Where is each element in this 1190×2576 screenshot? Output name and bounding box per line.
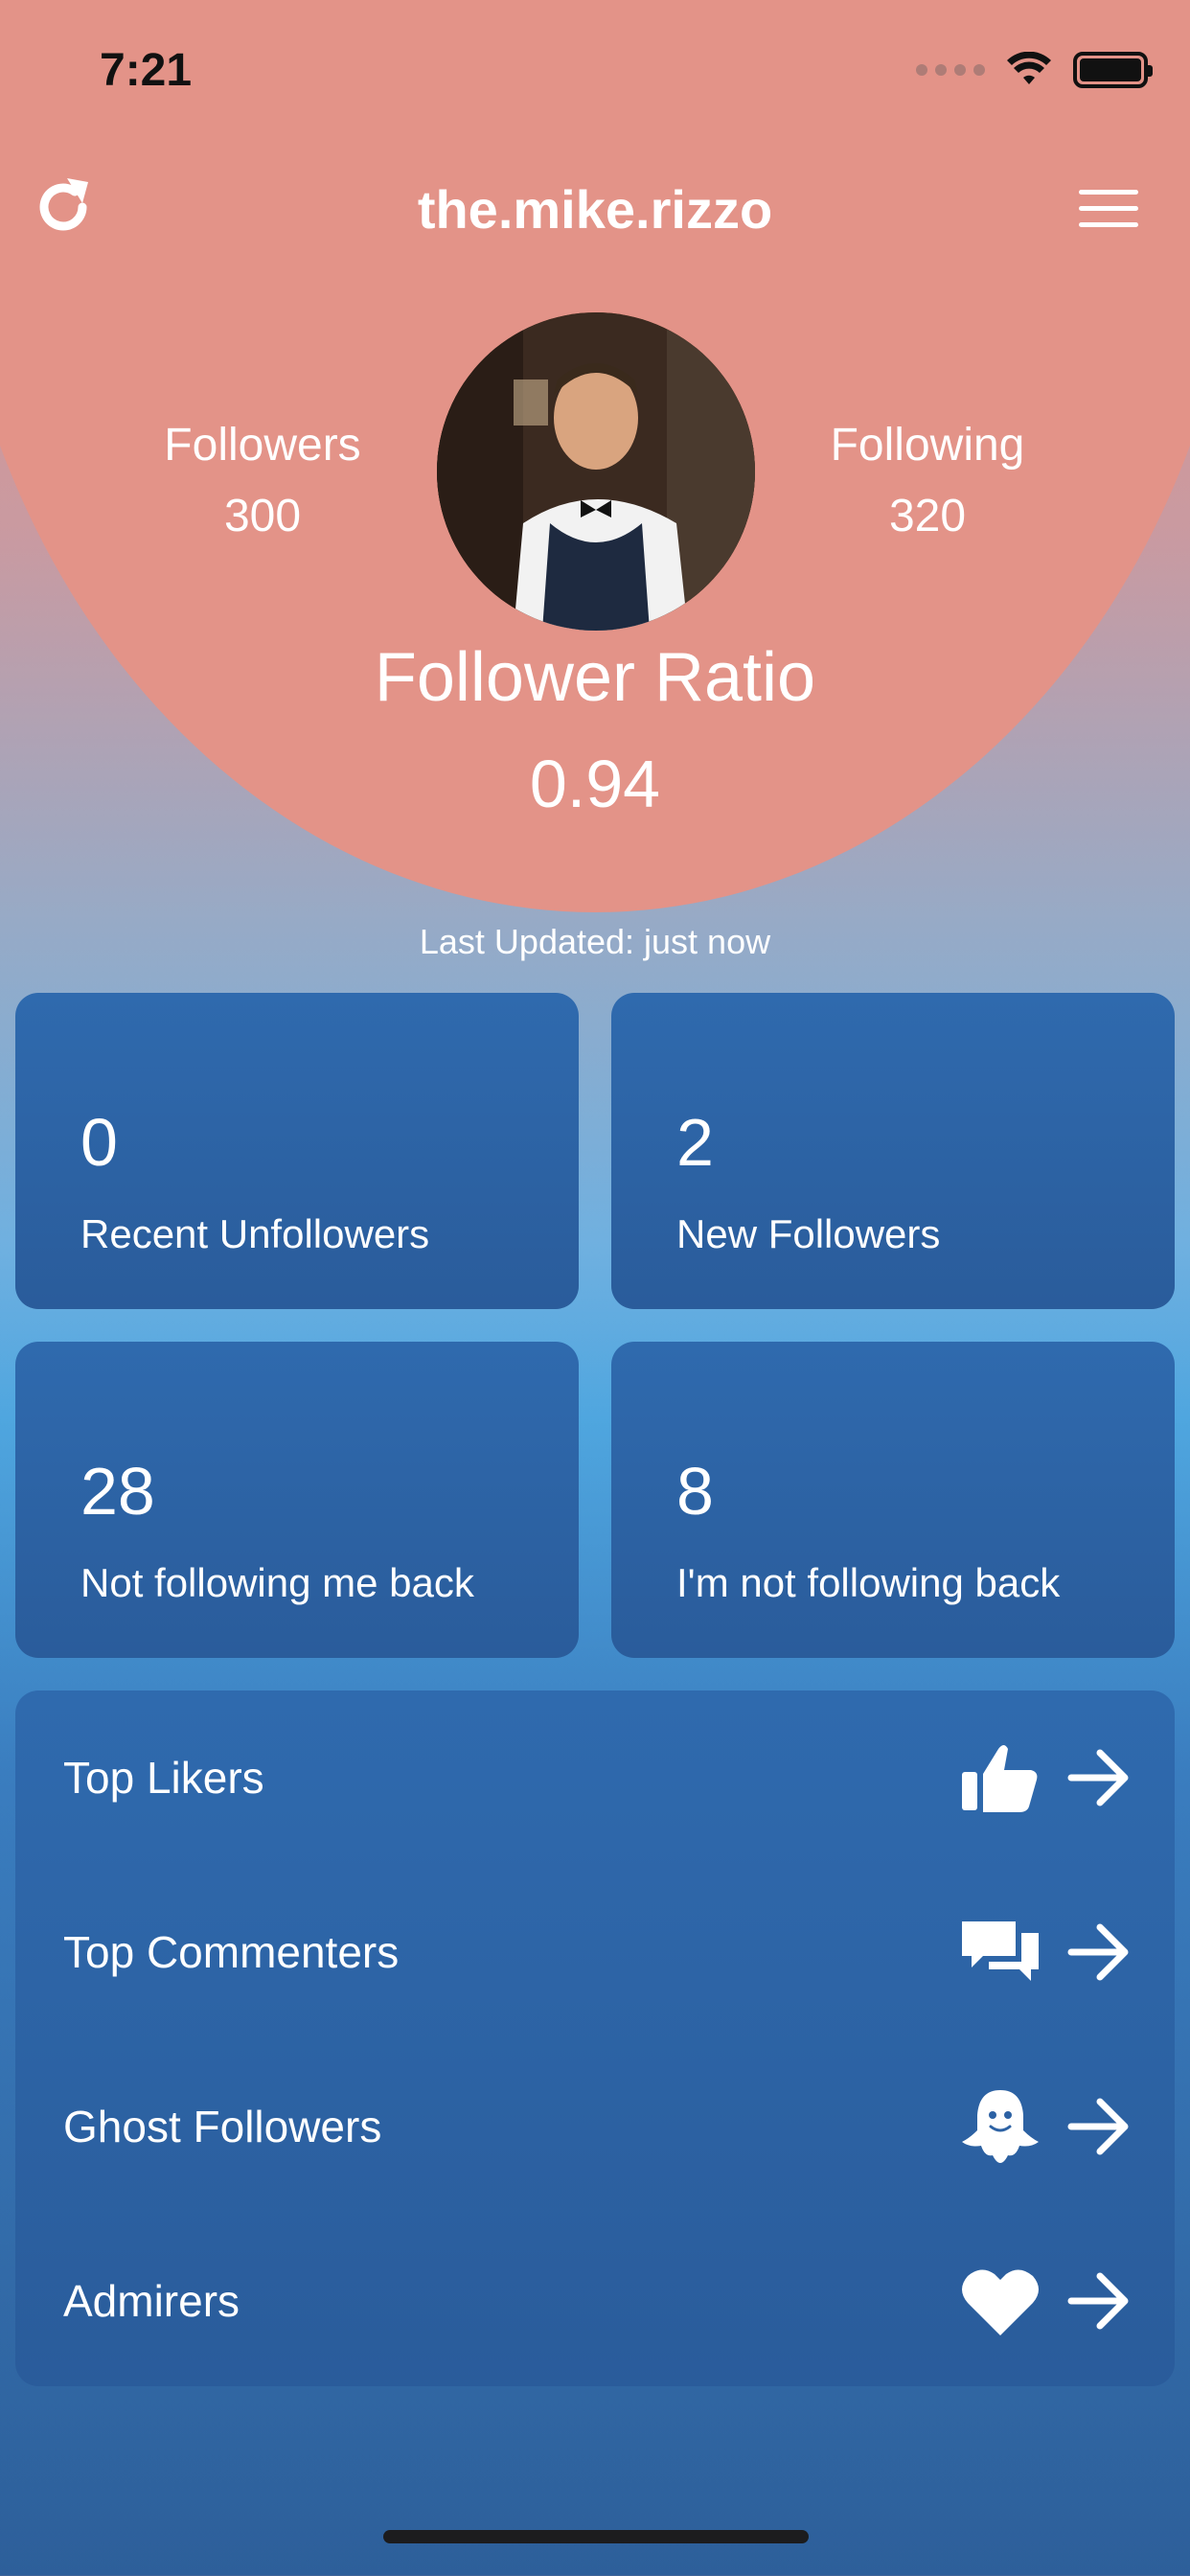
insights-list: Top Likers Top Commenters Ghost Follower… xyxy=(15,1690,1175,2386)
home-indicator[interactable] xyxy=(383,2530,809,2543)
following-count: 320 xyxy=(888,491,967,541)
card-value: 28 xyxy=(80,1454,155,1529)
menu-icon[interactable] xyxy=(1079,190,1138,228)
not-following-me-back-card[interactable]: 28 Not following me back xyxy=(15,1342,579,1658)
list-item-label: Top Likers xyxy=(63,1753,264,1803)
card-value: 2 xyxy=(676,1105,714,1180)
card-label: Not following me back xyxy=(80,1560,474,1605)
arrow-right-icon xyxy=(1067,2272,1129,2330)
arrow-right-icon xyxy=(1067,1923,1129,1981)
follower-ratio-value: 0.94 xyxy=(529,747,661,821)
arrow-right-icon xyxy=(1067,1749,1129,1806)
avatar[interactable] xyxy=(437,312,755,631)
card-label: Recent Unfollowers xyxy=(80,1211,430,1256)
status-icons xyxy=(916,52,1153,88)
heart-icon xyxy=(962,2269,1039,2335)
list-item-ghost-followers[interactable]: Ghost Followers xyxy=(15,2039,1175,2214)
recent-unfollowers-card[interactable]: 0 Recent Unfollowers xyxy=(15,993,579,1309)
last-updated-text: Last Updated: just now xyxy=(419,922,771,961)
thumbs-up-icon xyxy=(962,1745,1038,1812)
card-value: 0 xyxy=(80,1105,118,1180)
arrow-right-icon xyxy=(1067,2098,1129,2155)
status-time: 7:21 xyxy=(100,45,193,96)
card-label: New Followers xyxy=(676,1211,941,1256)
card-value: 8 xyxy=(676,1454,714,1529)
following-label: Following xyxy=(830,420,1025,471)
followers-count: 300 xyxy=(223,491,302,541)
following-stat[interactable]: Following 320 xyxy=(784,410,1071,552)
list-item-top-commenters[interactable]: Top Commenters xyxy=(15,1865,1175,2039)
im-not-following-back-card[interactable]: 8 I'm not following back xyxy=(611,1342,1175,1658)
wifi-icon xyxy=(1007,52,1051,84)
list-item-label: Top Commenters xyxy=(63,1927,400,1977)
list-item-label: Ghost Followers xyxy=(63,2102,382,2151)
followers-label: Followers xyxy=(164,420,361,471)
followers-stat[interactable]: Followers 300 xyxy=(119,410,406,552)
card-label: I'm not following back xyxy=(676,1560,1061,1605)
battery-icon xyxy=(1073,52,1153,88)
list-item-admirers[interactable]: Admirers xyxy=(15,2214,1175,2388)
follower-ratio-label: Follower Ratio xyxy=(374,639,816,716)
ghost-icon xyxy=(962,2090,1039,2163)
signal-icon xyxy=(916,64,985,76)
new-followers-card[interactable]: 2 New Followers xyxy=(611,993,1175,1309)
list-item-top-likers[interactable]: Top Likers xyxy=(15,1690,1175,1865)
username-title: the.mike.rizzo xyxy=(417,179,773,240)
chat-bubbles-icon xyxy=(962,1921,1039,1981)
list-item-label: Admirers xyxy=(63,2276,240,2326)
